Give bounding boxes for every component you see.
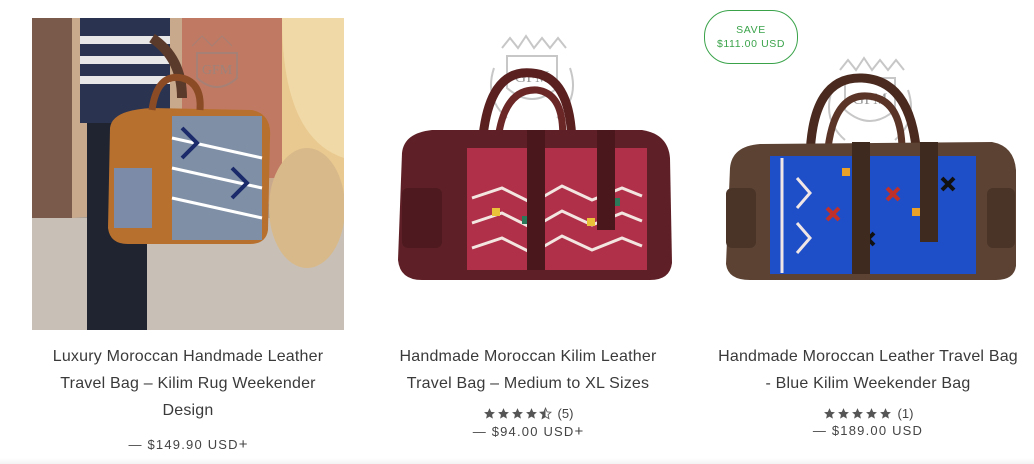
product-photo-maroon-kilim-bag: GFM	[372, 18, 684, 330]
product-grid: GFM Luxury Moroccan Handmade Leather Tra…	[0, 0, 1034, 464]
product-price: — $149.90 USD+	[128, 436, 248, 453]
star-full-icon	[497, 408, 509, 419]
star-full-icon	[851, 408, 863, 419]
save-badge-amount: $111.00 USD	[716, 38, 786, 50]
review-count[interactable]: (1)	[898, 406, 914, 421]
star-half-icon	[538, 407, 552, 420]
product-card[interactable]: GFM Handmade Moroccan Kilim Leather Trav…	[372, 18, 684, 440]
product-title[interactable]: Handmade Moroccan Kilim Leather Travel B…	[378, 343, 678, 397]
rating-stars	[483, 407, 552, 420]
star-full-icon	[511, 408, 523, 419]
product-photo-travel-bag-street: GFM	[32, 18, 344, 330]
variants-plus-icon[interactable]: +	[239, 436, 248, 453]
product-title[interactable]: Handmade Moroccan Leather Travel Bag - B…	[718, 343, 1018, 397]
variants-plus-icon[interactable]: +	[575, 423, 584, 440]
bottom-edge-shadow	[0, 458, 1034, 464]
star-full-icon	[837, 408, 849, 419]
star-full-icon	[823, 408, 835, 419]
product-title[interactable]: Luxury Moroccan Handmade Leather Travel …	[38, 343, 338, 424]
star-full-icon	[879, 408, 891, 419]
save-badge-label: SAVE	[736, 24, 766, 36]
save-badge: SAVE $111.00 USD	[704, 10, 798, 64]
product-photo-blue-kilim-bag: GFM	[712, 18, 1024, 330]
svg-text:GFM: GFM	[202, 63, 233, 78]
product-card[interactable]: GFM SAVE $111.00 USD Handmade Moroccan L…	[704, 10, 1024, 438]
product-price: — $94.00 USD+	[472, 423, 584, 440]
star-full-icon	[865, 408, 877, 419]
product-image[interactable]: GFM	[32, 18, 344, 330]
product-rating[interactable]: (5)	[372, 406, 684, 421]
star-full-icon	[525, 408, 537, 419]
product-price: — $189.00 USD	[812, 423, 924, 438]
product-rating[interactable]: (1)	[712, 406, 1024, 421]
product-image[interactable]: GFM	[712, 18, 1024, 330]
rating-stars	[823, 407, 892, 420]
star-full-icon	[483, 408, 495, 419]
review-count[interactable]: (5)	[558, 406, 574, 421]
product-card[interactable]: GFM Luxury Moroccan Handmade Leather Tra…	[32, 18, 344, 453]
product-image[interactable]: GFM	[372, 18, 684, 330]
